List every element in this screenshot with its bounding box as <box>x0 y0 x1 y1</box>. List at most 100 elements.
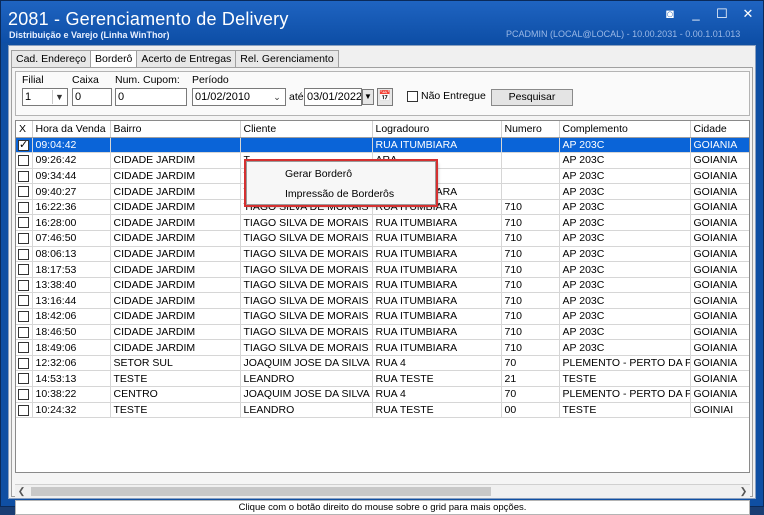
table-row[interactable]: 10:24:32 TESTE LEANDRO RUA TESTE 00 TESTE GOIN… <box>16 402 749 419</box>
cell-complemento: AP 203C <box>559 168 691 185</box>
table-row[interactable]: 14:53:13 TESTE LEANDRO RUA TESTE 21 TESTE GOIA… <box>16 370 749 387</box>
row-checkbox-cell <box>16 230 33 247</box>
cupom-label: Num. Cupom: <box>115 74 180 86</box>
cell-complemento: AP 203C <box>559 183 691 200</box>
filter-panel: Filial 1 ▼ Caixa 0 Num. Cupom: 0 Período… <box>15 71 750 116</box>
restore-icon[interactable]: ◙ <box>663 7 677 21</box>
table-row[interactable]: 09:04:42 RUA ITUMBIARA AP 203CGOIANIA <box>16 137 749 154</box>
table-row[interactable]: 18:17:53 CIDADE JARDIM TIAGO SILVA DE MORA… <box>16 261 749 278</box>
cell-complemento: AP 203C <box>559 152 691 169</box>
scrollbar-thumb[interactable] <box>31 487 491 496</box>
row-checkbox[interactable] <box>18 389 29 401</box>
tab-rel-gerenciamento[interactable]: Rel. Gerenciamento <box>235 50 339 68</box>
cell-cidade: GOIANIA <box>690 277 749 294</box>
cell-cidade: GOIANIA <box>690 261 749 278</box>
row-checkbox[interactable] <box>18 264 29 276</box>
row-checkbox[interactable] <box>18 295 29 307</box>
menu-item-impressao-borderos[interactable]: Impressão de Borderôs <box>247 184 435 204</box>
tab-cad-endereco[interactable]: Cad. Endereço <box>11 50 92 68</box>
table-row[interactable]: 13:16:44 CIDADE JARDIM TIAGO SILVA DE MORA… <box>16 292 749 310</box>
cell-logradouro: RUA ITUMBIARA <box>372 324 502 341</box>
cell-bairro: TESTE <box>110 402 241 419</box>
row-checkbox[interactable] <box>18 373 29 385</box>
cell-bairro: CIDADE JARDIM <box>110 183 241 200</box>
row-checkbox[interactable] <box>18 326 29 338</box>
scroll-left-icon[interactable]: ❮ <box>15 485 28 498</box>
col-header-complemento[interactable]: Complemento <box>559 121 691 138</box>
calendar-icon[interactable]: 📅 <box>377 88 393 106</box>
table-row[interactable]: 18:46:50 CIDADE JARDIM TIAGO SILVA DE MORA… <box>16 324 749 341</box>
filial-combo[interactable]: 1 ▼ <box>22 88 68 106</box>
cell-bairro <box>110 137 241 154</box>
table-row[interactable]: 16:28:00 CIDADE JARDIM TIAGO SILVA DE MORA… <box>16 214 749 232</box>
row-checkbox[interactable] <box>18 138 29 151</box>
window-title: 2081 - Gerenciamento de Delivery <box>8 9 289 29</box>
row-checkbox-cell <box>16 246 33 263</box>
col-header-hora[interactable]: Hora da Venda <box>32 121 111 138</box>
cell-complemento: AP 203C <box>559 292 691 310</box>
caixa-input[interactable]: 0 <box>72 88 112 106</box>
cell-cidade: GOIANIA <box>690 199 749 216</box>
cell-numero: 710 <box>501 199 560 216</box>
row-checkbox[interactable] <box>18 248 29 260</box>
row-checkbox[interactable] <box>18 357 29 369</box>
row-checkbox-cell <box>16 292 33 310</box>
scroll-right-icon[interactable]: ❯ <box>737 485 750 498</box>
date-from-picker[interactable]: 01/02/2010 ⌄ <box>192 88 286 106</box>
table-row[interactable]: 12:32:06 SETOR SUL JOAQUIM JOSE DA SILVA X… <box>16 355 749 372</box>
cell-cidade: GOIANIA <box>690 214 749 232</box>
chevron-down-icon[interactable]: ⌄ <box>270 90 284 104</box>
cell-logradouro: RUA 4 <box>372 386 502 403</box>
date-dropdown-icon[interactable]: ▼ <box>362 89 374 105</box>
date-to-input[interactable]: 03/01/2022 <box>304 88 362 106</box>
row-checkbox[interactable] <box>18 233 29 245</box>
cell-numero <box>501 152 560 169</box>
row-checkbox[interactable] <box>18 404 29 416</box>
pesquisar-button[interactable]: Pesquisar <box>491 89 573 106</box>
row-checkbox[interactable] <box>18 217 29 229</box>
cell-cidade: GOIANIA <box>690 292 749 310</box>
table-row[interactable]: 18:42:06 CIDADE JARDIM TIAGO SILVA DE MORA… <box>16 308 749 325</box>
table-row[interactable]: 18:49:06 CIDADE JARDIM TIAGO SILVA DE MORA… <box>16 339 749 356</box>
col-header-cliente[interactable]: Cliente <box>240 121 373 138</box>
table-row[interactable]: 10:38:22 CENTRO JOAQUIM JOSE DA SILVA XA RU… <box>16 386 749 403</box>
cell-bairro: SETOR SUL <box>110 355 241 372</box>
nao-entregue-checkbox[interactable] <box>407 91 418 102</box>
cell-hora: 10:24:32 <box>32 402 111 419</box>
cupom-input[interactable]: 0 <box>115 88 187 106</box>
col-header-bairro[interactable]: Bairro <box>110 121 241 138</box>
cell-bairro: CENTRO <box>110 386 241 403</box>
row-checkbox[interactable] <box>18 201 29 213</box>
row-checkbox-cell <box>16 355 33 372</box>
cell-numero: 710 <box>501 292 560 310</box>
horizontal-scrollbar[interactable]: ❮ ❯ <box>15 484 750 497</box>
cell-cidade: GOIANIA <box>690 168 749 185</box>
row-checkbox[interactable] <box>18 170 29 182</box>
row-checkbox[interactable] <box>18 155 29 167</box>
row-checkbox-cell <box>16 152 33 169</box>
row-checkbox-cell <box>16 137 33 154</box>
col-header-numero[interactable]: Numero <box>501 121 560 138</box>
cell-numero: 710 <box>501 277 560 294</box>
minimize-icon[interactable]: _ <box>689 7 703 21</box>
col-header-x[interactable]: X <box>16 121 33 138</box>
close-icon[interactable]: ✕ <box>741 7 755 21</box>
cell-complemento: TESTE <box>559 402 691 419</box>
cell-cliente: TIAGO SILVA DE MORAIS <box>240 308 373 325</box>
cell-logradouro: RUA ITUMBIARA <box>372 292 502 310</box>
cell-hora: 12:32:06 <box>32 355 111 372</box>
table-row[interactable]: 13:38:40 CIDADE JARDIM TIAGO SILVA DE MORA… <box>16 277 749 294</box>
col-header-cidade[interactable]: Cidade <box>690 121 749 138</box>
table-row[interactable]: 07:46:50 CIDADE JARDIM TIAGO SILVA DE MORA… <box>16 230 749 247</box>
maximize-icon[interactable]: ☐ <box>715 7 729 21</box>
row-checkbox[interactable] <box>18 186 29 198</box>
tab-acerto-entregas[interactable]: Acerto de Entregas <box>136 50 237 68</box>
chevron-down-icon[interactable]: ▼ <box>52 90 66 104</box>
row-checkbox[interactable] <box>18 311 29 323</box>
table-row[interactable]: 08:06:13 CIDADE JARDIM TIAGO SILVA DE MORA… <box>16 246 749 263</box>
row-checkbox-cell <box>16 261 33 278</box>
col-header-logradouro[interactable]: Logradouro <box>372 121 502 138</box>
row-checkbox[interactable] <box>18 279 29 291</box>
row-checkbox[interactable] <box>18 342 29 354</box>
menu-item-gerar-bordero[interactable]: Gerar Borderô <box>247 164 435 184</box>
